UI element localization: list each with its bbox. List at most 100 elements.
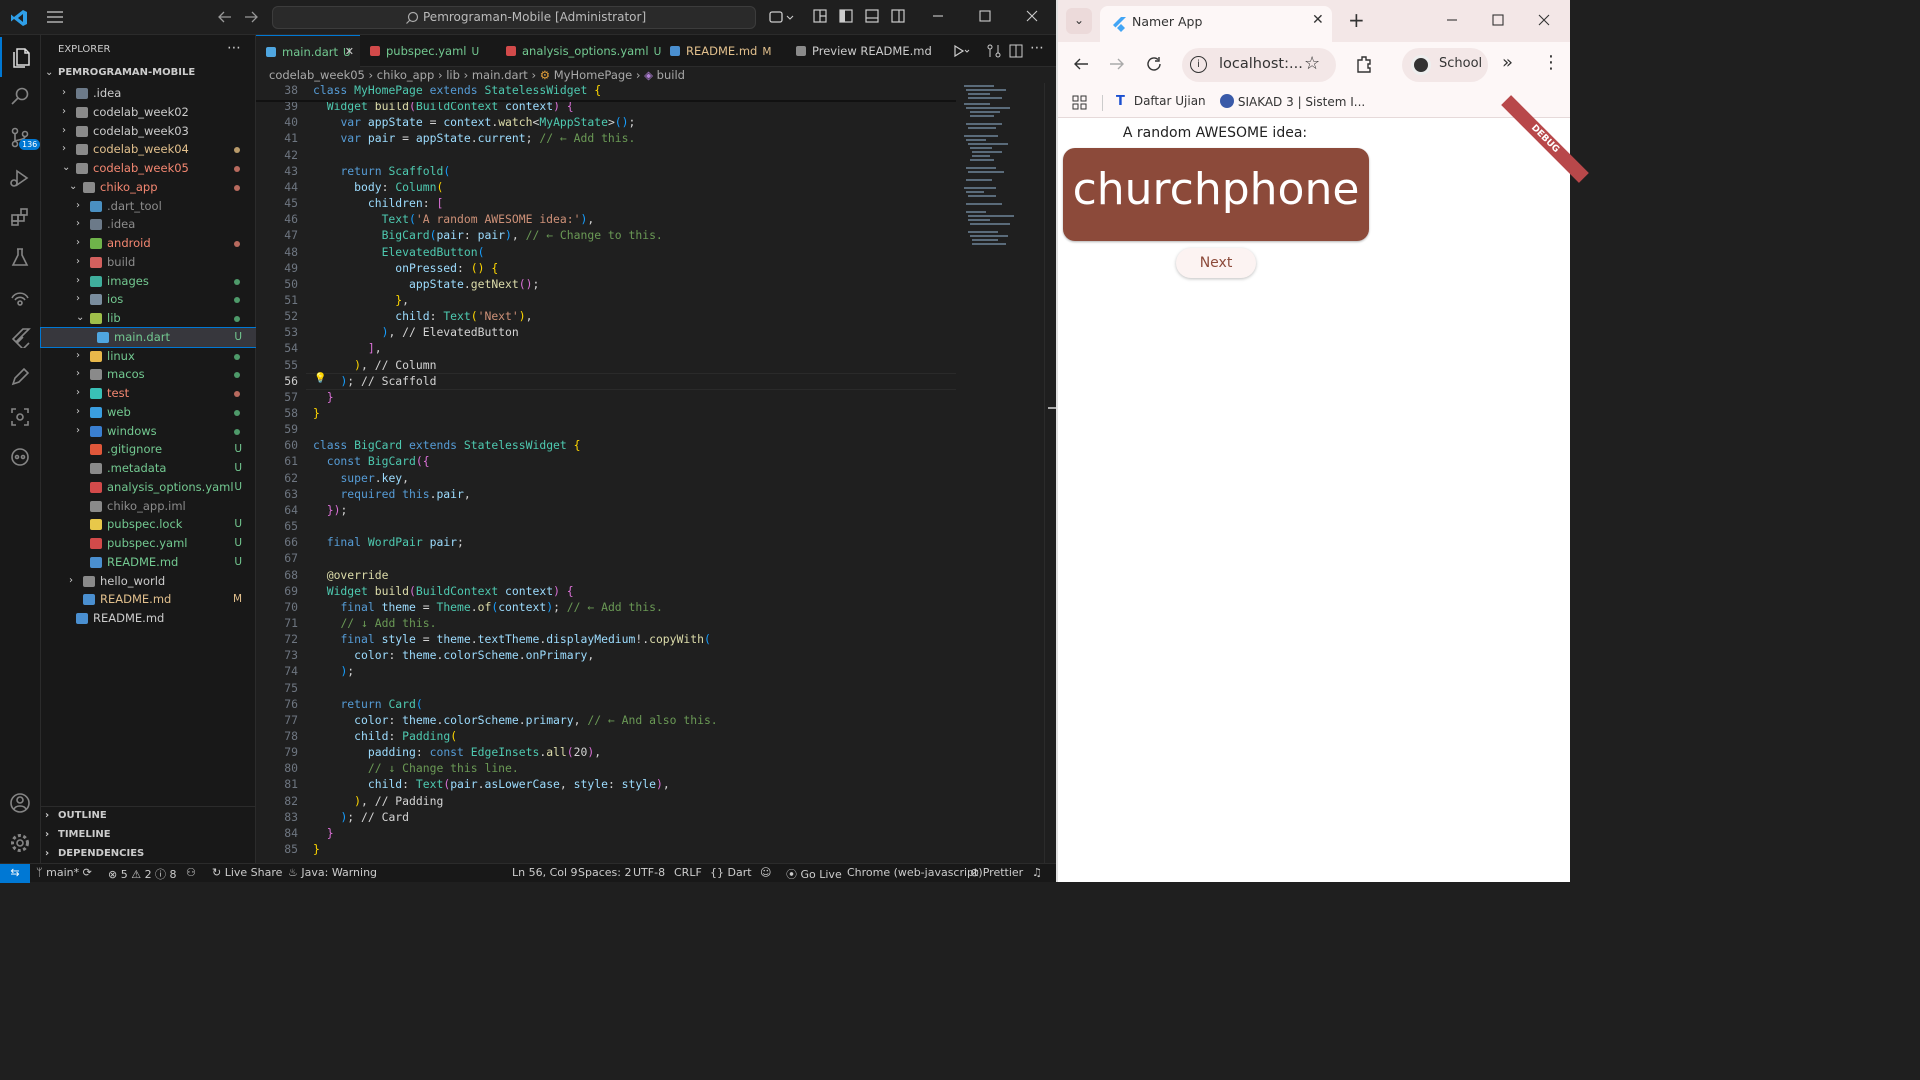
chevron-right-icon[interactable]: › — [76, 347, 88, 366]
tree-item[interactable]: › build — [41, 253, 256, 272]
tree-item[interactable]: › android — [41, 234, 256, 253]
chevron-right-icon[interactable]: › — [76, 290, 88, 309]
minimap[interactable] — [962, 83, 1042, 283]
chevron-down-icon[interactable]: ⌄ — [62, 159, 74, 178]
tree-item[interactable]: › hello_world — [41, 572, 256, 591]
chevron-right-icon[interactable]: › — [69, 572, 81, 591]
testing-icon[interactable] — [0, 237, 41, 277]
customize-layout-icon[interactable] — [812, 8, 832, 28]
breadcrumb-item[interactable]: lib — [446, 68, 460, 82]
breadcrumb-item[interactable]: chiko_app — [377, 68, 435, 82]
live-share-item[interactable]: ↻ Live Share — [212, 866, 282, 879]
tree-item[interactable]: › codelab_week02 — [41, 103, 256, 122]
device-selector[interactable]: Chrome (web-javascript) — [847, 866, 983, 879]
breadcrumb-item[interactable]: MyHomePage — [554, 68, 633, 82]
tree-item[interactable]: › macos — [41, 365, 256, 384]
chevron-right-icon[interactable]: › — [76, 253, 88, 272]
indentation[interactable]: Spaces: 2 — [578, 866, 631, 879]
run-icon[interactable] — [952, 43, 972, 63]
tree-item[interactable]: README.md — [41, 609, 256, 628]
chevron-right-icon[interactable]: › — [76, 234, 88, 253]
tree-item[interactable]: › .idea — [41, 84, 256, 103]
tree-item[interactable]: pubspec.lock U — [41, 515, 256, 534]
chrome-maximize-icon[interactable] — [1490, 12, 1506, 32]
tree-item[interactable]: › web — [41, 403, 256, 422]
remote-explorer-icon[interactable] — [0, 277, 41, 317]
scan-icon[interactable] — [0, 397, 41, 437]
copilot-status-icon[interactable]: ☺ — [760, 866, 771, 879]
more-tools-icon[interactable]: » — [1502, 52, 1513, 73]
branch-item[interactable]: ᛘ main* ⟳ — [36, 866, 92, 879]
encoding[interactable]: UTF-8 — [633, 866, 665, 879]
settings-gear-icon[interactable] — [0, 823, 41, 863]
maximize-icon[interactable] — [977, 8, 997, 28]
tree-item[interactable]: main.dart U — [40, 326, 257, 348]
minimize-icon[interactable] — [930, 8, 950, 28]
tree-item[interactable]: ⌄ codelab_week05 — [41, 159, 256, 178]
bookmark-siakad[interactable]: SIAKAD 3 | Sistem I... — [1220, 94, 1365, 109]
chevron-right-icon[interactable]: › — [62, 140, 74, 159]
tree-item[interactable]: .metadata U — [41, 459, 256, 478]
toggle-sidebar-icon[interactable] — [838, 8, 858, 28]
chevron-down-icon[interactable]: ⌄ — [69, 178, 81, 197]
sync-icon[interactable]: ⟳ — [83, 866, 92, 879]
breadcrumb-item[interactable]: build — [657, 68, 685, 82]
edit-pen-icon[interactable] — [0, 357, 41, 397]
editor-more-icon[interactable]: ⋯ — [1030, 40, 1044, 56]
tree-item[interactable]: README.md M — [41, 590, 256, 609]
outline-panel-header[interactable]: › OUTLINE — [41, 807, 256, 826]
tree-item[interactable]: › ios — [41, 290, 256, 309]
back-arrow-icon[interactable] — [216, 8, 236, 28]
url-text[interactable]: localhost:... — [1219, 56, 1303, 72]
close-tab-icon[interactable]: ✕ — [345, 36, 354, 68]
breadcrumb-item[interactable]: main.dart — [472, 68, 528, 82]
extensions-icon[interactable] — [0, 197, 41, 237]
chevron-right-icon[interactable]: › — [62, 84, 74, 103]
bookmark-star-icon[interactable]: ☆ — [1304, 53, 1320, 74]
chevron-down-icon[interactable]: ⌄ — [76, 309, 88, 328]
tab-main-dart[interactable]: main.dart U ✕ — [256, 35, 360, 68]
problems-item[interactable]: ⊗ 5 ⚠ 2 ⓘ 8 — [108, 866, 177, 882]
tree-item[interactable]: README.md U — [41, 553, 256, 572]
chevron-right-icon[interactable]: › — [76, 197, 88, 216]
toggle-secondary-sidebar-icon[interactable] — [890, 8, 910, 28]
tab-preview-readme-md[interactable]: Preview README.md — [786, 35, 944, 67]
timeline-panel-header[interactable]: › TIMELINE — [41, 826, 256, 845]
tab-analysis-options-yaml[interactable]: analysis_options.yaml U — [496, 35, 661, 67]
tree-item[interactable]: › images — [41, 272, 256, 291]
compare-icon[interactable] — [986, 43, 1002, 63]
chevron-right-icon[interactable]: › — [76, 384, 88, 403]
cursor-position[interactable]: Ln 56, Col 9 — [512, 866, 578, 879]
notifications-bell-icon[interactable]: ♫ — [1032, 866, 1042, 879]
chevron-right-icon[interactable]: › — [76, 403, 88, 422]
code-editor[interactable]: 38 class MyHomePage extends StatelessWidg… — [256, 83, 956, 863]
close-tab-icon[interactable]: ✕ — [1312, 12, 1324, 28]
java-status-item[interactable]: ♨ Java: Warning — [288, 866, 377, 879]
next-button[interactable]: Next — [1176, 248, 1256, 278]
tree-item[interactable]: › .idea — [41, 215, 256, 234]
forward-arrow-icon[interactable] — [242, 8, 262, 28]
chrome-minimize-icon[interactable] — [1444, 12, 1460, 32]
reload-icon[interactable] — [1145, 55, 1163, 77]
profile-button[interactable]: School — [1402, 48, 1488, 82]
tree-item[interactable]: analysis_options.yaml U — [41, 478, 256, 497]
tree-item[interactable]: › windows — [41, 422, 256, 441]
close-window-icon[interactable] — [1024, 8, 1044, 28]
tree-item[interactable]: › linux — [41, 347, 256, 366]
extensions-icon[interactable] — [1354, 54, 1374, 78]
go-live-item[interactable]: ⦿ Go Live — [786, 866, 842, 882]
tree-item[interactable]: › codelab_week03 — [41, 122, 256, 141]
tree-item[interactable]: › test — [41, 384, 256, 403]
prettier-item[interactable]: ⊘ Prettier — [970, 866, 1023, 879]
tab-search-icon[interactable]: ⌄ — [1066, 8, 1092, 34]
tree-item[interactable]: pubspec.yaml U — [41, 534, 256, 553]
copilot-chat-icon[interactable] — [0, 437, 41, 477]
tree-item[interactable]: chiko_app.iml — [41, 497, 256, 516]
account-icon[interactable] — [0, 783, 41, 823]
command-center-search[interactable]: Pemrograman-Mobile [Administrator] — [272, 6, 756, 29]
address-bar[interactable]: i localhost:... ☆ — [1182, 48, 1336, 82]
vertical-scrollbar[interactable] — [1044, 83, 1056, 863]
bookmark-daftar-ujian[interactable]: T Daftar Ujian — [1116, 94, 1206, 109]
copilot-icon[interactable] — [768, 8, 794, 28]
site-info-icon[interactable]: i — [1190, 56, 1207, 73]
